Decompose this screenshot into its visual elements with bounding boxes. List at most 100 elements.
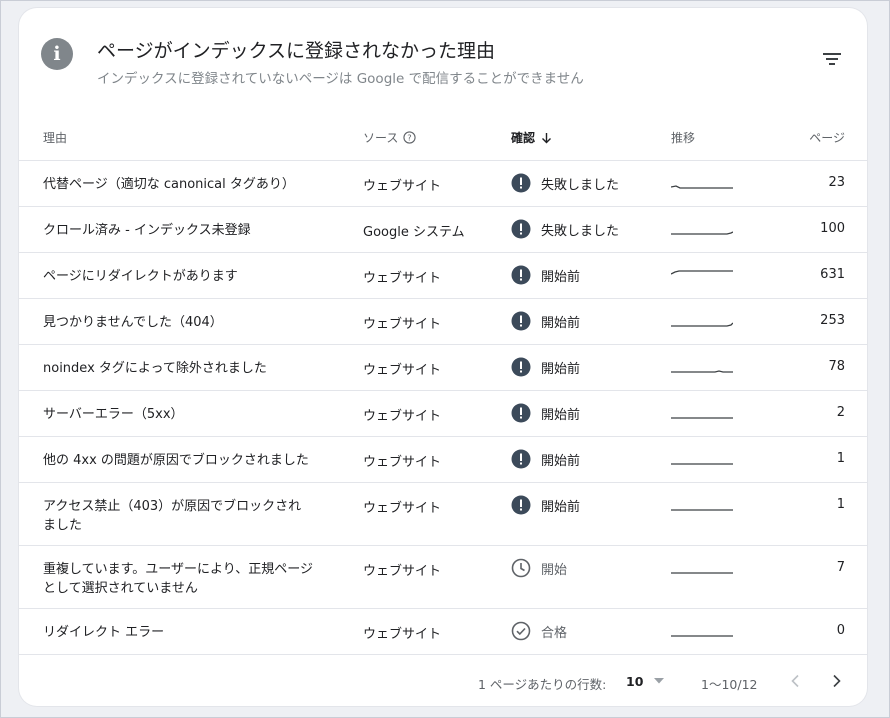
row-source: ウェブサイト — [363, 501, 442, 516]
trend-sparkline — [671, 370, 733, 373]
trend-sparkline — [671, 185, 733, 189]
row-status: 開始前 — [511, 403, 580, 423]
trend-sparkline — [671, 635, 733, 637]
table-row[interactable]: noindex タグによって除外されました ウェブサイト 開始前 78 — [19, 345, 867, 391]
column-header-confirm[interactable]: 確認 — [511, 129, 552, 146]
chevron-left-icon[interactable] — [787, 672, 805, 690]
row-reason: リダイレクト エラー — [43, 625, 165, 640]
error-icon — [511, 173, 531, 193]
reasons-table: 理由 ソース? 確認 推移 ページ 代替ページ（適切な canonical タグ… — [19, 114, 867, 655]
report-card: i ページがインデックスに登録されなかった理由 インデックスに登録されていないペ… — [19, 8, 867, 706]
row-source: ウェブサイト — [363, 627, 442, 642]
row-source: Google システム — [363, 225, 465, 240]
table-row[interactable]: サーバーエラー（5xx） ウェブサイト 開始前 2 — [19, 391, 867, 437]
row-status-label: 開始前 — [541, 361, 581, 377]
pagination-bar: 1 ページあたりの行数: 10 1〜10/12 — [19, 664, 867, 706]
info-icon: i — [41, 38, 73, 70]
row-source: ウェブサイト — [363, 271, 442, 286]
error-icon — [511, 449, 531, 469]
help-icon[interactable]: ? — [403, 131, 417, 144]
trend-sparkline — [671, 270, 733, 275]
table-row[interactable]: アクセス禁止（403）が原因でブロックされました ウェブサイト 開始前 1 — [19, 483, 867, 546]
row-source: ウェブサイト — [363, 317, 442, 332]
rows-per-page-label: 1 ページあたりの行数: — [478, 677, 607, 692]
row-status-label: 開始前 — [541, 315, 581, 331]
error-icon — [511, 357, 531, 377]
column-header-pages[interactable]: ページ — [809, 129, 845, 146]
row-reason: 重複しています。ユーザーにより、正規ページとして選択されていません — [43, 562, 314, 596]
row-status: 開始前 — [511, 495, 580, 515]
row-status-label: 開始前 — [541, 499, 581, 515]
row-source: ウェブサイト — [363, 455, 442, 470]
row-status: 開始前 — [511, 265, 580, 285]
row-reason: 他の 4xx の問題が原因でブロックされました — [43, 453, 309, 468]
table-row[interactable]: 重複しています。ユーザーにより、正規ページとして選択されていません ウェブサイト 開… — [19, 546, 867, 609]
error-icon — [511, 311, 531, 331]
row-status: 合格 — [511, 621, 567, 641]
row-source: ウェブサイト — [363, 564, 442, 579]
row-status-label: 開始前 — [541, 407, 581, 423]
table-row[interactable]: クロール済み - インデックス未登録 Google システム 失敗しました 100 — [19, 207, 867, 253]
table-body: 代替ページ（適切な canonical タグあり） ウェブサイト 失敗しました 23 ク… — [19, 161, 867, 655]
trend-sparkline — [671, 572, 733, 574]
row-page-count: 631 — [820, 267, 845, 282]
column-header-trend[interactable]: 推移 — [671, 129, 695, 146]
table-row[interactable]: リダイレクト エラー ウェブサイト 合格 0 — [19, 609, 867, 655]
row-reason: noindex タグによって除外されました — [43, 361, 267, 376]
row-page-count: 78 — [828, 359, 845, 374]
row-status-label: 合格 — [541, 625, 568, 641]
row-page-count: 23 — [828, 175, 845, 190]
row-status-label: 開始前 — [541, 269, 581, 285]
page-range: 1〜10/12 — [701, 677, 758, 692]
rows-per-page-select[interactable]: 10 — [626, 674, 643, 689]
row-status: 開始 — [511, 558, 567, 578]
row-status-label: 失敗しました — [541, 177, 620, 193]
error-icon — [511, 495, 531, 515]
table-row[interactable]: 代替ページ（適切な canonical タグあり） ウェブサイト 失敗しました 23 — [19, 161, 867, 207]
column-header-source[interactable]: ソース? — [363, 129, 417, 146]
row-status-label: 開始 — [541, 562, 568, 578]
trend-sparkline — [671, 509, 733, 511]
row-status: 失敗しました — [511, 173, 619, 193]
trend-sparkline — [671, 463, 733, 465]
chevron-right-icon[interactable] — [827, 672, 845, 690]
row-reason: クロール済み - インデックス未登録 — [43, 223, 251, 238]
caret-down-icon[interactable] — [654, 678, 664, 684]
svg-text:?: ? — [408, 132, 412, 142]
row-status: 失敗しました — [511, 219, 619, 239]
row-source: ウェブサイト — [363, 179, 442, 194]
table-row[interactable]: ページにリダイレクトがあります ウェブサイト 開始前 631 — [19, 253, 867, 299]
row-reason: アクセス禁止（403）が原因でブロックされました — [43, 499, 302, 533]
column-header-confirm-label: 確認 — [511, 131, 536, 145]
row-status: 開始前 — [511, 357, 580, 377]
clock-icon — [511, 558, 531, 578]
error-icon — [511, 265, 531, 285]
card-title: ページがインデックスに登録されなかった理由 — [97, 40, 496, 62]
row-status-label: 開始前 — [541, 453, 581, 469]
row-status-label: 失敗しました — [541, 223, 620, 239]
filter-icon[interactable] — [821, 48, 843, 70]
trend-sparkline — [671, 231, 733, 235]
row-reason: 見つかりませんでした（404） — [43, 315, 223, 330]
check-circle-icon — [511, 621, 531, 641]
row-source: ウェブサイト — [363, 363, 442, 378]
trend-sparkline — [671, 322, 733, 327]
card-subtitle: インデックスに登録されていないページは Google で配信することができません — [97, 71, 584, 87]
column-header-reason[interactable]: 理由 — [43, 129, 67, 146]
table-row[interactable]: 他の 4xx の問題が原因でブロックされました ウェブサイト 開始前 1 — [19, 437, 867, 483]
row-page-count: 1 — [836, 451, 845, 466]
row-page-count: 100 — [820, 221, 845, 236]
table-row[interactable]: 見つかりませんでした（404） ウェブサイト 開始前 253 — [19, 299, 867, 345]
row-page-count: 253 — [820, 313, 845, 328]
table-header: 理由 ソース? 確認 推移 ページ — [19, 114, 867, 161]
row-reason: ページにリダイレクトがあります — [43, 269, 238, 284]
sort-arrow-down-icon — [542, 133, 552, 144]
column-header-source-label: ソース — [363, 131, 399, 145]
row-status: 開始前 — [511, 311, 580, 331]
trend-sparkline — [671, 417, 733, 419]
row-page-count: 7 — [836, 560, 845, 575]
row-source: ウェブサイト — [363, 409, 442, 424]
card-header: i ページがインデックスに登録されなかった理由 インデックスに登録されていないペ… — [19, 8, 867, 108]
row-page-count: 1 — [836, 497, 845, 512]
row-page-count: 2 — [836, 405, 845, 420]
